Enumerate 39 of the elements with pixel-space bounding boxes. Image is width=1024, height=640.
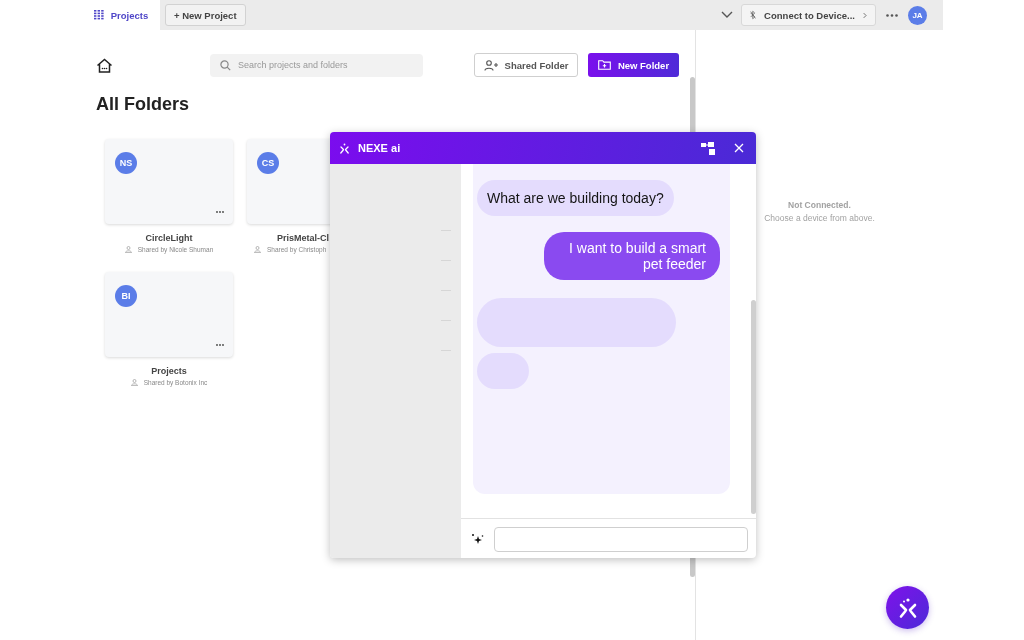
chevron-down-icon[interactable] xyxy=(721,11,733,19)
folder-card[interactable]: BI xyxy=(105,272,233,357)
person-icon xyxy=(254,246,261,253)
shared-folder-button[interactable]: Shared Folder xyxy=(474,53,578,77)
chevron-right-icon xyxy=(862,10,867,20)
home-icon[interactable] xyxy=(96,57,113,73)
folder-card[interactable]: NS xyxy=(105,139,233,224)
user-avatar[interactable]: JA xyxy=(908,5,927,25)
sparkle-x-icon xyxy=(339,142,350,154)
connection-status: Not Connected. xyxy=(788,200,851,210)
hierarchy-icon[interactable] xyxy=(701,141,716,155)
more-icon[interactable] xyxy=(886,13,898,17)
page-heading: All Folders xyxy=(96,94,190,115)
user-message: I want to build a smart pet feeder xyxy=(544,232,720,280)
connection-hint: Choose a device from above. xyxy=(764,213,875,223)
people-icon xyxy=(483,59,499,71)
owner-avatar: BI xyxy=(115,285,137,307)
owner-avatar: CS xyxy=(257,152,279,174)
folder-name: PrisMetal-Cl xyxy=(276,233,329,243)
person-icon xyxy=(124,246,132,253)
assistant-button[interactable] xyxy=(886,586,929,629)
owner-avatar: NS xyxy=(115,152,137,174)
bluetooth-off-icon xyxy=(750,9,757,21)
new-project-button[interactable]: + New Project xyxy=(165,4,246,26)
folder-name: Projects xyxy=(151,366,187,376)
grid-icon xyxy=(93,10,105,20)
person-icon xyxy=(130,379,138,386)
search-icon xyxy=(220,59,231,71)
new-folder-button[interactable]: New Folder xyxy=(588,53,679,77)
sparkle-icon[interactable] xyxy=(471,533,484,545)
connect-device-button[interactable]: Connect to Device... xyxy=(741,4,876,26)
search-field[interactable]: Search projects and folders xyxy=(210,53,423,77)
close-icon[interactable] xyxy=(734,143,744,153)
message-input[interactable] xyxy=(494,526,748,552)
folder-add-icon xyxy=(597,60,611,70)
assistant-message: What are we building today? xyxy=(477,180,674,216)
scrollbar[interactable] xyxy=(751,300,756,514)
projects-tab[interactable]: Projects xyxy=(82,0,160,30)
folder-name: CircleLight xyxy=(145,233,193,243)
